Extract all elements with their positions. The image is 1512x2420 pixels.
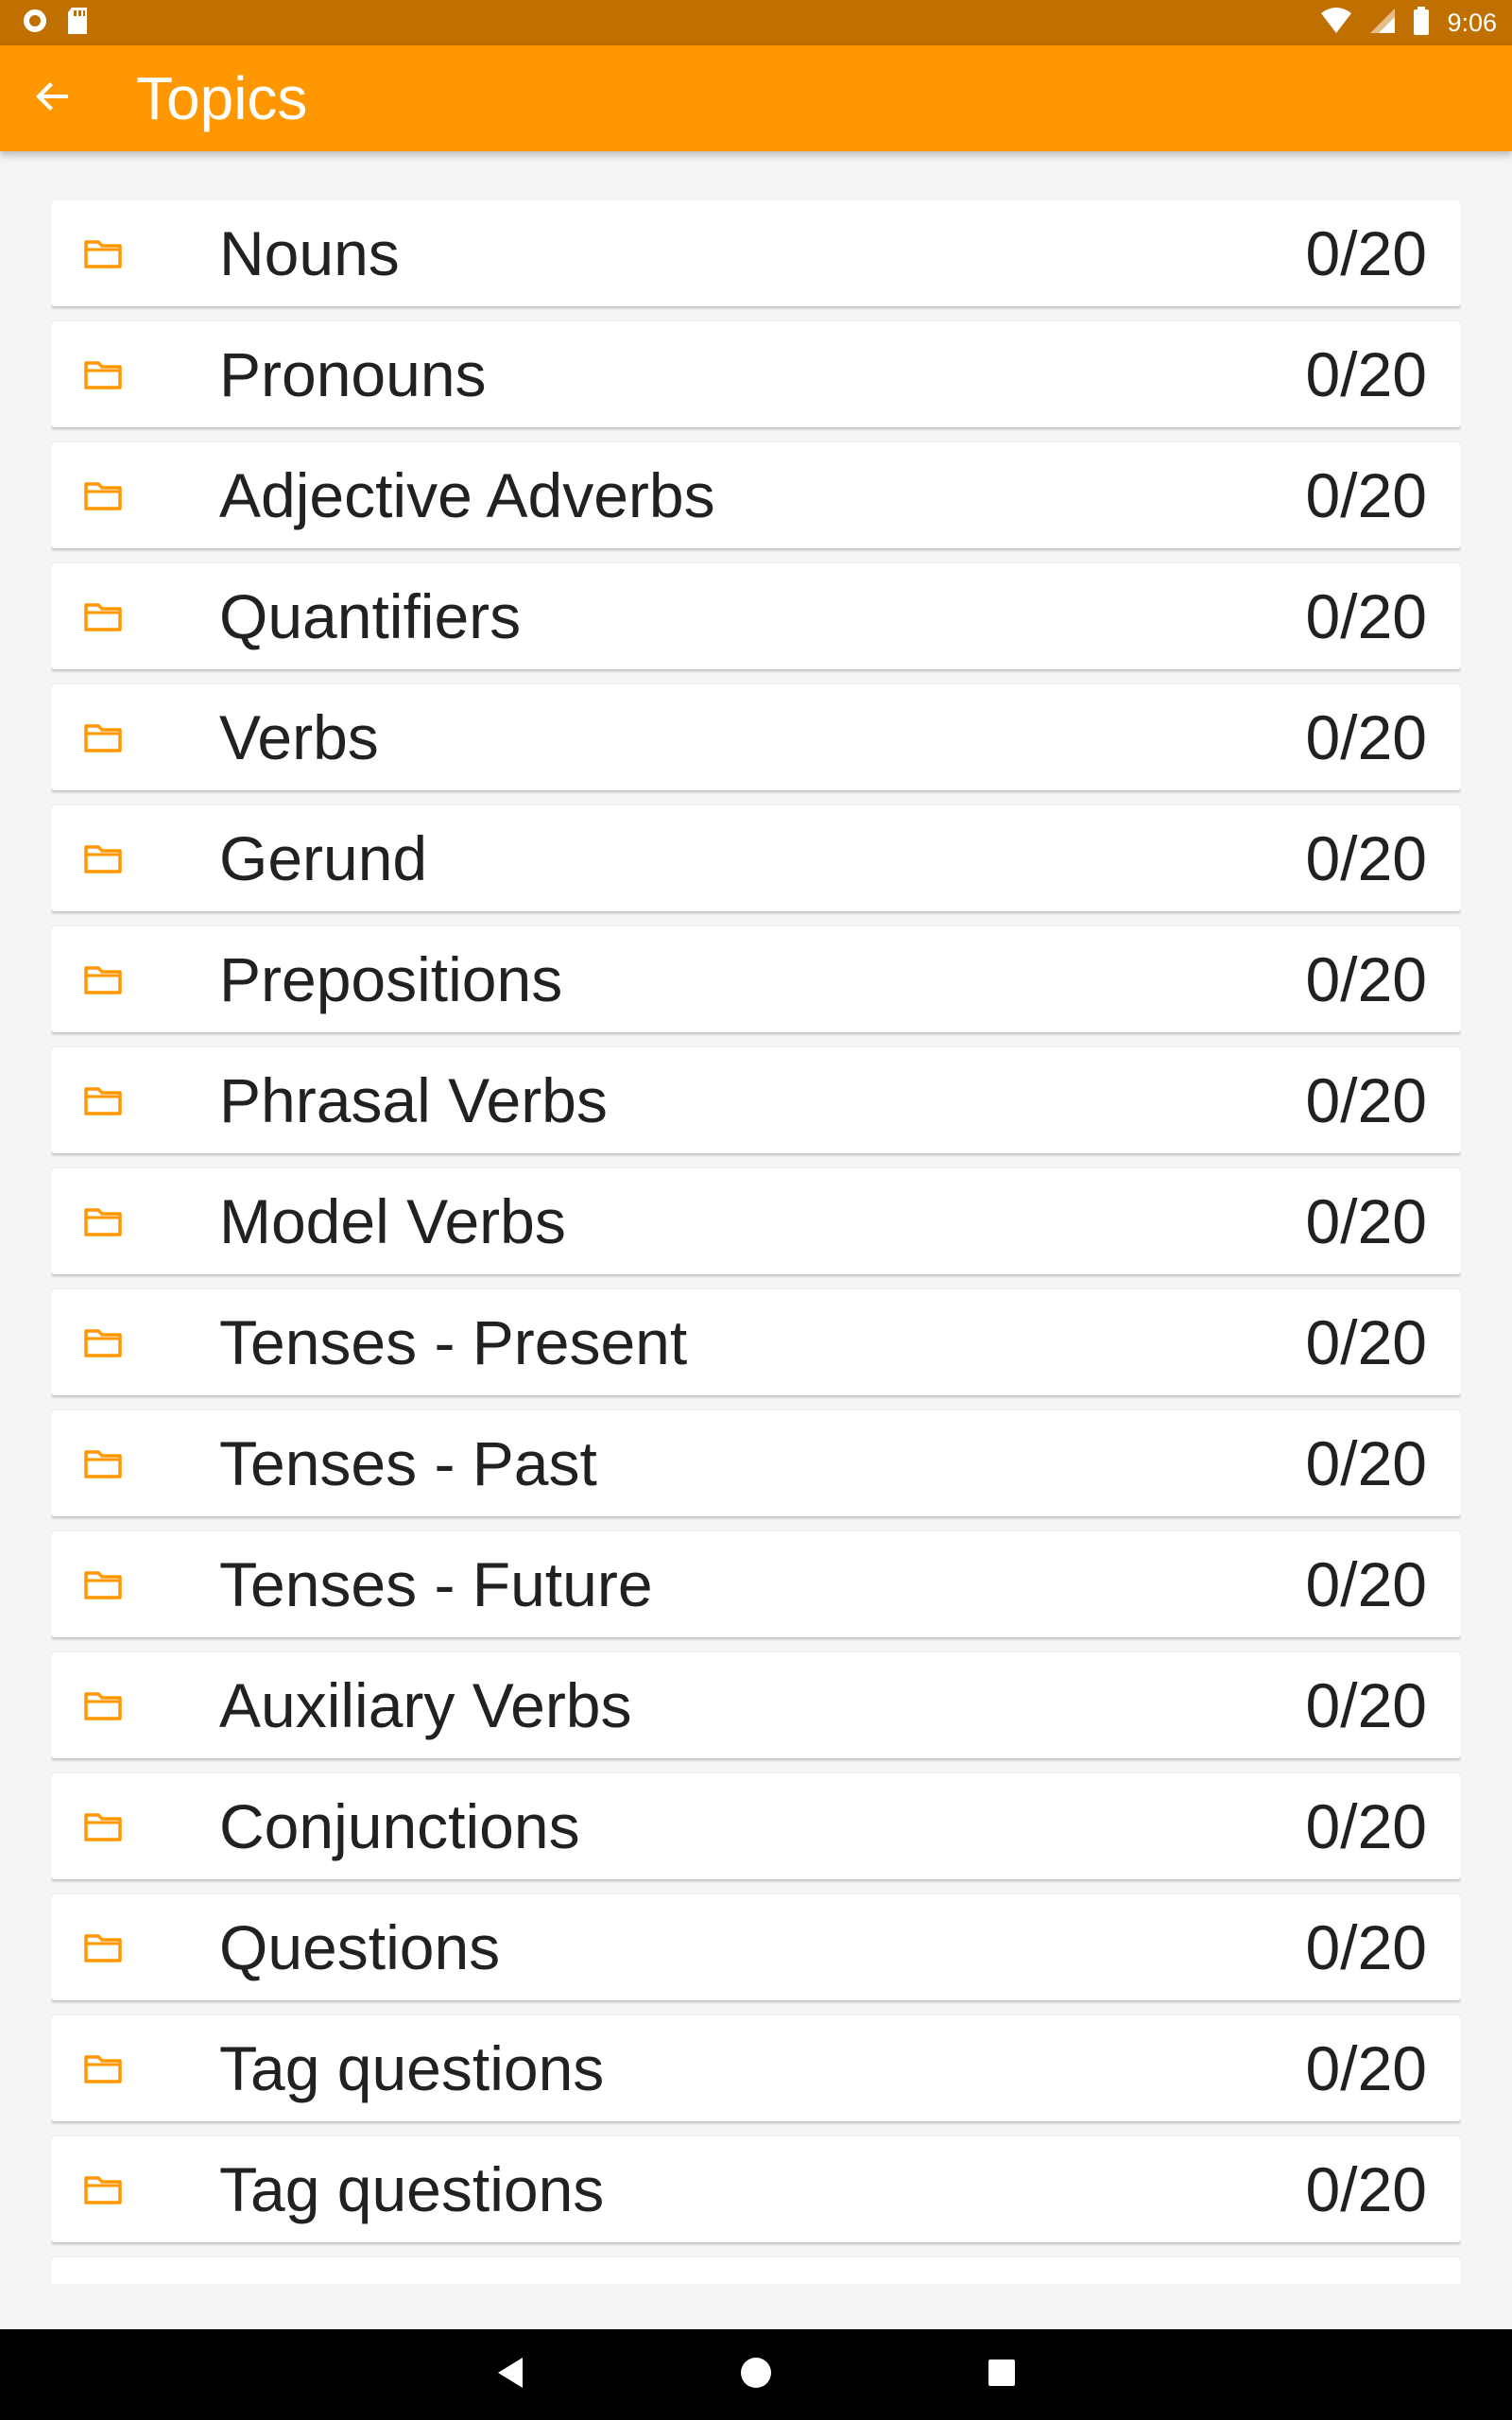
topic-label: Questions	[219, 1912, 501, 1982]
status-right: 9:06	[1320, 6, 1497, 40]
wifi-icon	[1320, 7, 1352, 39]
arrow-back-icon	[34, 78, 72, 120]
topic-row[interactable]: Tenses - Present 0/20	[51, 1289, 1461, 1395]
topic-progress-count: 0/20	[1305, 1428, 1427, 1498]
folder-icon	[83, 1810, 123, 1842]
topic-list[interactable]: Nouns 0/20 Pronouns 0/20 Adjective Adverbs 0/…	[51, 200, 1461, 2284]
topic-label: Pronouns	[219, 339, 487, 409]
nav-recents-icon	[988, 2359, 1016, 2392]
topic-progress-count: 0/20	[1305, 1186, 1427, 1256]
topic-row[interactable]: Quantifiers 0/20	[51, 563, 1461, 669]
topic-label: Tag questions	[219, 2154, 605, 2224]
notification-icon	[21, 7, 49, 40]
topic-row[interactable]: Auxiliary Verbs 0/20	[51, 1652, 1461, 1758]
topic-label: Model Verbs	[219, 1186, 566, 1256]
topic-progress-count: 0/20	[1305, 581, 1427, 651]
folder-icon	[83, 963, 123, 995]
topic-progress-count: 0/20	[1305, 944, 1427, 1014]
topic-progress-count: 0/20	[1305, 1670, 1427, 1740]
folder-icon	[83, 1447, 123, 1479]
topic-label: Nouns	[219, 218, 400, 288]
topic-label: Phrasal Verbs	[219, 1065, 608, 1135]
topic-label: Verbs	[219, 702, 379, 772]
folder-icon	[83, 237, 123, 269]
battery-icon	[1413, 6, 1430, 40]
navigation-bar	[0, 2329, 1512, 2420]
topic-progress-count: 0/20	[1305, 2033, 1427, 2103]
nav-home-button[interactable]	[728, 2346, 784, 2403]
topic-row[interactable]: Conjunctions 0/20	[51, 1773, 1461, 1879]
topic-progress-count: 0/20	[1305, 1307, 1427, 1377]
nav-back-icon	[496, 2357, 524, 2394]
topic-progress-count: 0/20	[1305, 1791, 1427, 1861]
topic-row[interactable]: Adjective Adverbs 0/20	[51, 442, 1461, 548]
status-time: 9:06	[1447, 8, 1497, 37]
folder-icon	[83, 1205, 123, 1237]
folder-icon	[83, 479, 123, 511]
folder-icon	[83, 1931, 123, 1963]
topic-row[interactable]: Questions 0/20	[51, 1894, 1461, 2000]
topic-row[interactable]: Nouns 0/20	[51, 200, 1461, 306]
folder-icon	[83, 1568, 123, 1600]
topic-row[interactable]: Verbs 0/20	[51, 684, 1461, 790]
topic-row[interactable]	[51, 2257, 1461, 2284]
topic-label: Tenses - Present	[219, 1307, 688, 1377]
folder-icon	[83, 358, 123, 390]
topic-label: Tenses - Future	[219, 1549, 653, 1619]
status-left	[21, 7, 89, 40]
topic-progress-count: 0/20	[1305, 1065, 1427, 1135]
folder-icon	[83, 1084, 123, 1116]
folder-icon	[83, 1689, 123, 1721]
topic-row[interactable]: Tenses - Past 0/20	[51, 1410, 1461, 1516]
topic-row[interactable]: Phrasal Verbs 0/20	[51, 1047, 1461, 1153]
folder-icon	[83, 2052, 123, 2084]
app-bar: Topics	[0, 45, 1512, 151]
topic-row[interactable]: Model Verbs 0/20	[51, 1168, 1461, 1274]
folder-icon	[83, 2173, 123, 2205]
topic-row[interactable]: Tag questions 0/20	[51, 2015, 1461, 2121]
topic-progress-count: 0/20	[1305, 460, 1427, 530]
back-button[interactable]	[0, 45, 106, 151]
topic-progress-count: 0/20	[1305, 702, 1427, 772]
topic-progress-count: 0/20	[1305, 1912, 1427, 1982]
topic-label: Quantifiers	[219, 581, 522, 651]
topic-progress-count: 0/20	[1305, 2154, 1427, 2224]
folder-icon	[83, 842, 123, 874]
topic-row[interactable]: Tenses - Future 0/20	[51, 1531, 1461, 1637]
cell-signal-icon	[1369, 8, 1396, 39]
nav-back-button[interactable]	[482, 2346, 539, 2403]
topic-row[interactable]: Pronouns 0/20	[51, 321, 1461, 427]
status-bar: 9:06	[0, 0, 1512, 45]
topic-row[interactable]: Prepositions 0/20	[51, 926, 1461, 1032]
sd-card-icon	[66, 7, 89, 40]
topic-progress-count: 0/20	[1305, 823, 1427, 893]
topic-label: Conjunctions	[219, 1791, 580, 1861]
folder-icon	[83, 721, 123, 753]
topic-progress-count: 0/20	[1305, 1549, 1427, 1619]
topic-label: Prepositions	[219, 944, 563, 1014]
folder-icon	[83, 1326, 123, 1358]
topic-label: Tenses - Past	[219, 1428, 597, 1498]
topic-label: Tag questions	[219, 2033, 605, 2103]
folder-icon	[83, 600, 123, 632]
nav-home-icon	[740, 2357, 772, 2394]
nav-recents-button[interactable]	[973, 2346, 1030, 2403]
topic-row[interactable]: Gerund 0/20	[51, 805, 1461, 911]
page-title: Topics	[136, 64, 308, 132]
topic-label: Gerund	[219, 823, 428, 893]
topic-label: Auxiliary Verbs	[219, 1670, 632, 1740]
topic-row[interactable]: Tag questions 0/20	[51, 2136, 1461, 2242]
topic-label: Adjective Adverbs	[219, 460, 715, 530]
topic-progress-count: 0/20	[1305, 218, 1427, 288]
topic-progress-count: 0/20	[1305, 339, 1427, 409]
